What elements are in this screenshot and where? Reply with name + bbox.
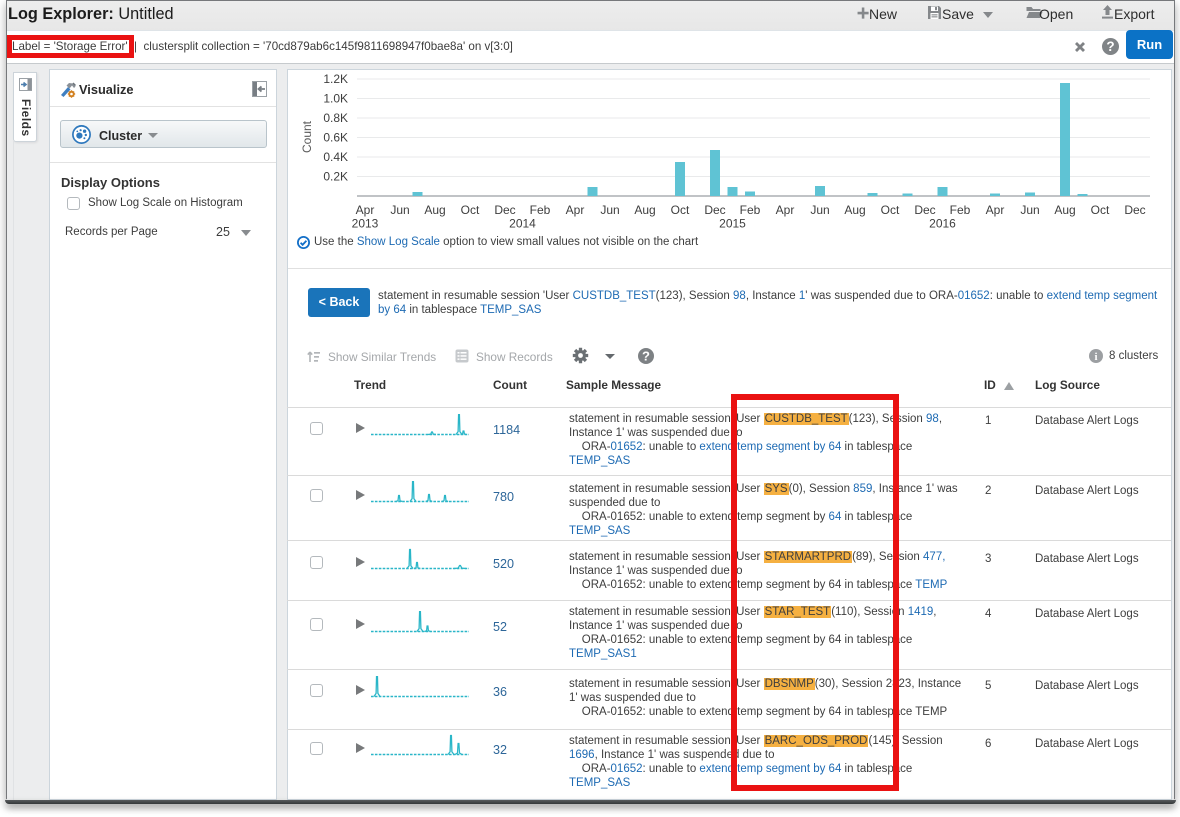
svg-text:2015: 2015 (719, 217, 746, 231)
svg-text:0.4K: 0.4K (323, 150, 348, 164)
svg-text:0.6K: 0.6K (323, 131, 348, 145)
svg-text:2013: 2013 (352, 217, 379, 231)
svg-text:0.8K: 0.8K (323, 111, 348, 125)
svg-text:Oct: Oct (881, 203, 900, 217)
svg-text:Oct: Oct (1091, 203, 1110, 217)
svg-text:Aug: Aug (1054, 203, 1075, 217)
svg-text:Aug: Aug (424, 203, 445, 217)
svg-text:Oct: Oct (461, 203, 480, 217)
svg-text:Jun: Jun (1020, 203, 1039, 217)
svg-text:0.2K: 0.2K (323, 170, 348, 184)
svg-text:Apr: Apr (356, 203, 375, 217)
svg-text:i: i (1094, 351, 1097, 363)
svg-text:Feb: Feb (950, 203, 971, 217)
svg-text:?: ? (1106, 39, 1114, 54)
svg-text:Jun: Jun (810, 203, 829, 217)
svg-text:Feb: Feb (740, 203, 761, 217)
svg-text:Dec: Dec (914, 203, 935, 217)
svg-text:Dec: Dec (1124, 203, 1145, 217)
svg-text:Feb: Feb (530, 203, 551, 217)
svg-text:Aug: Aug (844, 203, 865, 217)
svg-text:Aug: Aug (634, 203, 655, 217)
svg-text:2014: 2014 (509, 217, 536, 231)
svg-text:Count: Count (300, 120, 314, 153)
svg-text:Dec: Dec (494, 203, 515, 217)
svg-text:Apr: Apr (776, 203, 795, 217)
svg-text:1.2K: 1.2K (323, 72, 348, 86)
svg-text:2016: 2016 (929, 217, 956, 231)
svg-text:Apr: Apr (986, 203, 1005, 217)
svg-text:Dec: Dec (704, 203, 725, 217)
svg-text:Jun: Jun (390, 203, 409, 217)
svg-text:Jun: Jun (600, 203, 619, 217)
svg-text:Apr: Apr (566, 203, 585, 217)
svg-text:Oct: Oct (671, 203, 690, 217)
svg-text:?: ? (642, 349, 650, 364)
svg-text:1.0K: 1.0K (323, 92, 348, 106)
